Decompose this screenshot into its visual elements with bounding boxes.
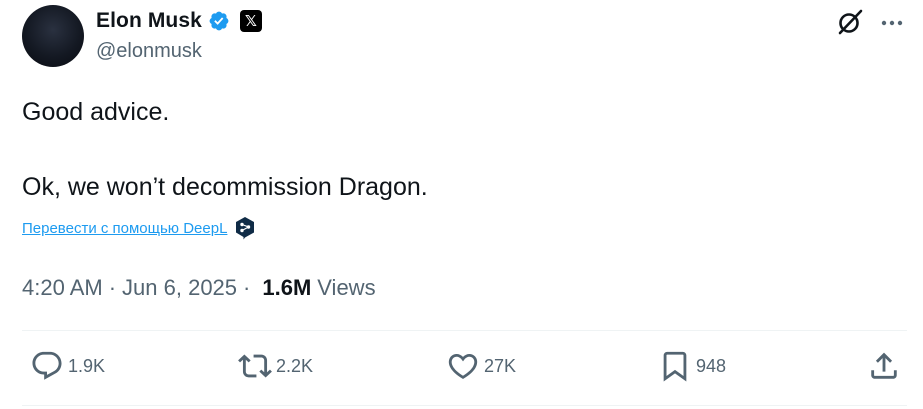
reply-icon bbox=[32, 351, 62, 380]
views-label[interactable]: Views bbox=[317, 275, 375, 301]
like-count: 27K bbox=[484, 355, 517, 376]
bookmark-button[interactable]: 948 bbox=[658, 346, 726, 386]
bookmark-icon bbox=[663, 351, 687, 382]
meta-separator: · bbox=[108, 275, 117, 300]
reply-count: 1.9K bbox=[68, 355, 106, 376]
x-logo-icon[interactable]: 𝕏 bbox=[239, 10, 262, 32]
tweet-meta: 4:20 AM · Jun 6, 2025 · 1.6M Views bbox=[22, 275, 376, 301]
divider bbox=[22, 330, 907, 331]
divider bbox=[22, 405, 907, 406]
author-handle[interactable]: @elonmusk bbox=[96, 40, 202, 63]
translate-row: Перевести с помощью DeepL bbox=[22, 216, 256, 240]
bookmark-count: 948 bbox=[696, 355, 727, 376]
repost-icon bbox=[238, 354, 272, 378]
like-button[interactable]: 27K bbox=[446, 346, 516, 386]
views-count[interactable]: 1.6M bbox=[262, 275, 311, 301]
action-bar: 1.9K 2.2K 27K 948 bbox=[22, 346, 907, 386]
verified-badge-icon[interactable] bbox=[208, 10, 230, 32]
repost-button[interactable]: 2.2K bbox=[238, 346, 313, 386]
tweet-text-line: Good advice. bbox=[22, 98, 170, 126]
more-dots-icon[interactable] bbox=[879, 8, 905, 36]
translate-link[interactable]: Перевести с помощью DeepL bbox=[22, 220, 227, 237]
avatar[interactable] bbox=[22, 5, 84, 67]
deepl-icon[interactable] bbox=[234, 216, 256, 240]
heart-icon bbox=[448, 353, 478, 379]
author-name-row: Elon Musk 𝕏 bbox=[96, 7, 262, 35]
reply-button[interactable]: 1.9K bbox=[30, 346, 105, 386]
share-icon bbox=[871, 352, 897, 379]
tweet-text-line: Ok, we won’t decommission Dragon. bbox=[22, 173, 428, 201]
author-name[interactable]: Elon Musk bbox=[96, 9, 202, 33]
share-button[interactable] bbox=[867, 346, 901, 386]
meta-separator: · bbox=[243, 275, 251, 300]
tweet-date[interactable]: Jun 6, 2025 bbox=[122, 275, 237, 301]
repost-count: 2.2K bbox=[276, 355, 314, 376]
grok-icon[interactable] bbox=[836, 8, 864, 36]
tweet-time[interactable]: 4:20 AM bbox=[22, 275, 103, 301]
